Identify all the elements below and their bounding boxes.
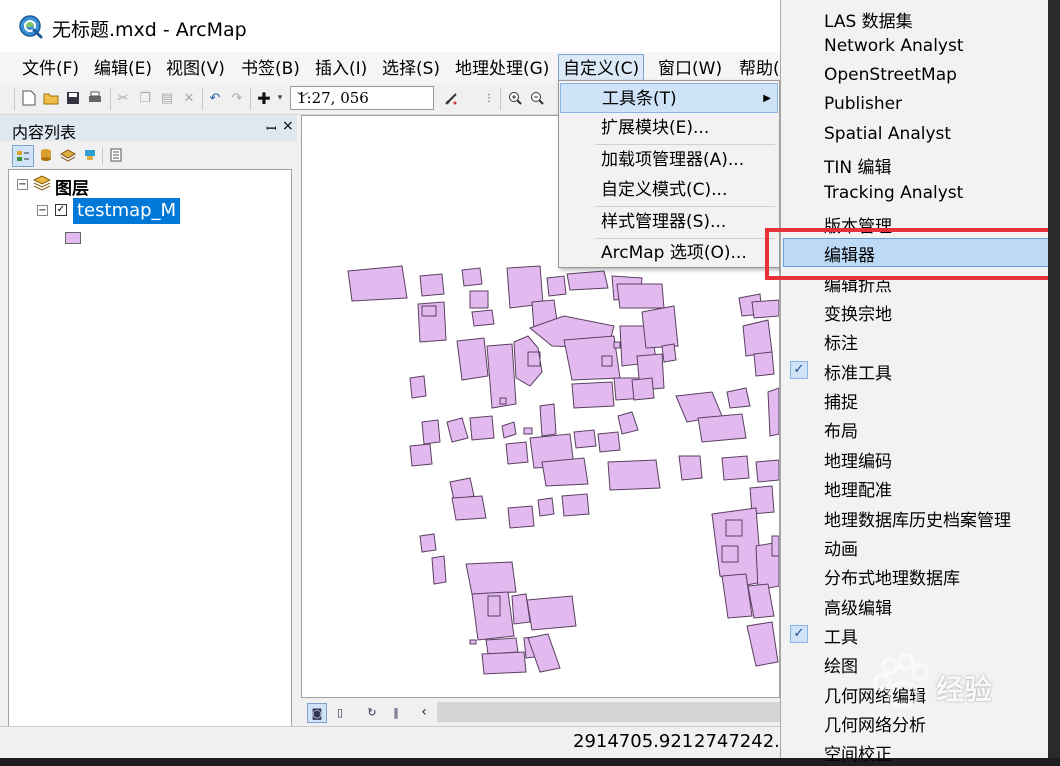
close-icon[interactable]: × [282,118,294,134]
list-by-drawing-order-icon[interactable] [12,145,34,167]
menu-help[interactable]: 帮助( [735,56,780,82]
checkmark-icon: ✓ [790,625,808,643]
polygon-legend-swatch [65,232,81,244]
menu-item-customize-mode[interactable]: 自定义模式(C)... [560,175,778,205]
data-view-icon[interactable]: ◙ [307,703,327,723]
toolbar-item[interactable]: 地理数据库历史档案管理 [781,503,1060,532]
toolbar-item[interactable]: 布局 [781,414,1060,443]
list-by-visibility-icon[interactable] [58,145,78,165]
layout-view-icon[interactable]: ▯ [331,703,349,721]
menu-item-addin-manager[interactable]: 加载项管理器(A)... [560,145,778,175]
layers-root-label[interactable]: 图层 [55,174,89,199]
toolbar-item[interactable]: 地理配准 [781,473,1060,502]
highlight-callout-box [765,228,1053,280]
zoom-in-icon[interactable] [506,89,524,107]
layers-icon [33,175,51,191]
menu-selection[interactable]: 选择(S) [378,56,444,82]
collapse-layer-icon[interactable]: − [37,205,48,216]
zoom-out-icon[interactable] [528,89,546,107]
toc-toolbar [0,141,297,169]
customize-dropdown-menu: 工具条(T) ▶ 扩展模块(E)... 加载项管理器(A)... 自定义模式(C… [558,80,780,268]
menu-bookmarks[interactable]: 书签(B) [237,56,304,82]
menu-item-toolbars[interactable]: 工具条(T) ▶ [560,83,778,113]
layer-visibility-checkbox[interactable]: ✓ [55,204,67,216]
paw-logo-icon [873,653,929,709]
delete-icon[interactable]: ✕ [180,89,198,107]
toolbar-item[interactable]: Network Analyst [781,33,1060,62]
refresh-icon[interactable]: ↻ [363,703,381,721]
collapse-layers-icon[interactable]: − [17,179,28,190]
toolbar-item[interactable]: TIN 编辑 [781,150,1060,179]
toolbar-item[interactable]: 空间校正 [781,737,1060,766]
print-icon[interactable] [86,89,104,107]
menu-item-arcmap-options[interactable]: ArcMap 选项(O)... [560,238,778,268]
coordinate-x: 2914705.921 [573,731,694,752]
layer-name-testmap[interactable]: testmap_M [73,198,181,224]
menu-windows[interactable]: 窗口(W) [654,56,726,82]
scroll-left-icon[interactable]: ‹ [415,703,433,721]
toolbar-item[interactable]: 分布式地理数据库 [781,561,1060,590]
menu-geoprocessing[interactable]: 地理处理(G) [451,56,553,82]
map-scale-combobox[interactable]: 1:27, 056 ﹀ [290,86,434,110]
menu-item-style-manager[interactable]: 样式管理器(S)... [560,207,778,237]
undo-icon[interactable]: ↶ [206,89,224,107]
pause-drawing-icon[interactable]: ‖ [387,703,405,721]
menu-insert[interactable]: 插入(I) [311,56,371,82]
toolbar-item[interactable]: 地理编码 [781,444,1060,473]
menu-file[interactable]: 文件(F) [18,56,83,82]
chevron-down-icon[interactable]: ﹀ [297,89,431,106]
editor-toolbar-icon[interactable] [443,89,461,107]
toolbar-grip [14,88,15,110]
coordinate-y: 2747242.7 [694,731,780,752]
list-by-source-icon[interactable] [36,145,56,165]
redo-icon[interactable]: ↷ [228,89,246,107]
arcmap-window: 无标题.mxd - ArcMap 文件(F) 编辑(E) 视图(V) 书签(B)… [0,0,780,758]
toolbar-item[interactable]: 捕捉 [781,385,1060,414]
toolbar-item[interactable]: Publisher [781,91,1060,120]
menu-view[interactable]: 视图(V) [162,56,229,82]
paste-icon[interactable]: ▤ [158,89,176,107]
toolbar-item[interactable]: 动画 [781,532,1060,561]
arcmap-globe-icon [19,15,43,39]
toolbar-item[interactable]: ✓ 标准工具 [781,356,1060,385]
title-bar: 无标题.mxd - ArcMap [0,0,780,52]
toolbar-item[interactable]: 变换宗地 [781,297,1060,326]
new-document-icon[interactable] [20,89,38,107]
table-of-contents: 内容列表 ꟷ × − 图层 − ✓ testmap_M [0,115,297,758]
menu-item-extensions[interactable]: 扩展模块(E)... [560,113,778,143]
toc-header: 内容列表 ꟷ × [0,115,297,142]
toolbar-item[interactable]: LAS 数据集 [781,4,1060,33]
toolbar-item[interactable]: 标注 [781,326,1060,355]
toolbar-overflow-icon[interactable]: ⋮ [480,89,498,107]
toc-tree: − 图层 − ✓ testmap_M [8,169,292,758]
save-icon[interactable] [64,89,82,107]
toc-options-icon[interactable] [106,145,126,165]
watermark-text: 经验 [936,673,993,706]
status-bar: 2914705.921 2747242.7 [0,726,780,758]
toc-title: 内容列表 [12,123,77,142]
horizontal-scrollbar[interactable] [437,702,780,722]
window-title: 无标题.mxd - ArcMap [52,19,247,41]
list-by-selection-icon[interactable] [80,145,100,165]
open-folder-icon[interactable] [42,89,60,107]
toolbar-item[interactable]: Tracking Analyst [781,180,1060,209]
cut-icon[interactable]: ✂ [114,89,132,107]
toolbar-item[interactable]: 高级编辑 [781,591,1060,620]
watermark: 经验 [872,644,1052,724]
submenu-arrow-icon: ▶ [763,93,771,104]
menu-edit[interactable]: 编辑(E) [90,56,156,82]
pin-icon[interactable]: ꟷ [266,119,277,137]
add-data-dropdown-icon[interactable]: ▾ [271,89,289,107]
toolbar-item[interactable]: OpenStreetMap [781,62,1060,91]
map-navigation-bar: ◙ ▯ ↻ ‖ ‹ [301,698,780,726]
checkmark-icon: ✓ [790,361,808,379]
toolbar-item[interactable]: Spatial Analyst [781,121,1060,150]
copy-icon[interactable]: ❐ [136,89,154,107]
